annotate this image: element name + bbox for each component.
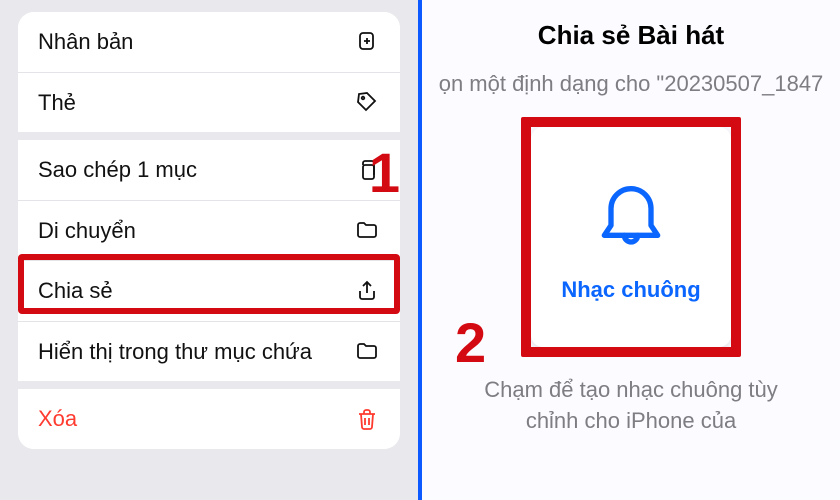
context-menu: Nhân bản Thẻ Sao chép 1 mục Di c <box>18 12 400 449</box>
menu-share-label: Chia sẻ <box>38 277 354 305</box>
menu-show-in-folder-label: Hiển thị trong thư mục chứa <box>38 338 354 366</box>
ringtone-label: Nhạc chuông <box>561 277 700 303</box>
menu-tags-label: Thẻ <box>38 89 354 117</box>
menu-move-label: Di chuyển <box>38 217 354 245</box>
menu-copy[interactable]: Sao chép 1 mục <box>18 140 400 201</box>
context-menu-panel: Nhân bản Thẻ Sao chép 1 mục Di c <box>0 0 418 500</box>
menu-duplicate-label: Nhân bản <box>38 28 354 56</box>
share-song-panel: Chia sẻ Bài hát ọn một định dạng cho "20… <box>422 0 840 500</box>
ringtone-hint: Chạm để tạo nhạc chuông tùy chỉnh cho iP… <box>481 375 781 437</box>
menu-show-in-folder[interactable]: Hiển thị trong thư mục chứa <box>18 322 400 382</box>
menu-tags[interactable]: Thẻ <box>18 73 400 133</box>
share-title: Chia sẻ Bài hát <box>538 20 724 51</box>
bell-icon <box>591 172 671 252</box>
tag-icon <box>354 89 380 115</box>
menu-copy-label: Sao chép 1 mục <box>38 156 354 184</box>
ringtone-card[interactable]: Nhạc chuông <box>531 127 731 347</box>
folder-icon <box>354 217 380 243</box>
folder-icon <box>354 338 380 364</box>
menu-duplicate[interactable]: Nhân bản <box>18 12 400 73</box>
copy-icon <box>354 157 380 183</box>
menu-move[interactable]: Di chuyển <box>18 201 400 262</box>
share-subtitle: ọn một định dạng cho "20230507_1847 <box>422 71 840 97</box>
share-icon <box>354 278 380 304</box>
menu-share[interactable]: Chia sẻ <box>18 261 400 322</box>
trash-icon <box>354 406 380 432</box>
menu-delete-label: Xóa <box>38 405 354 433</box>
duplicate-icon <box>354 29 380 55</box>
menu-delete[interactable]: Xóa <box>18 389 400 449</box>
